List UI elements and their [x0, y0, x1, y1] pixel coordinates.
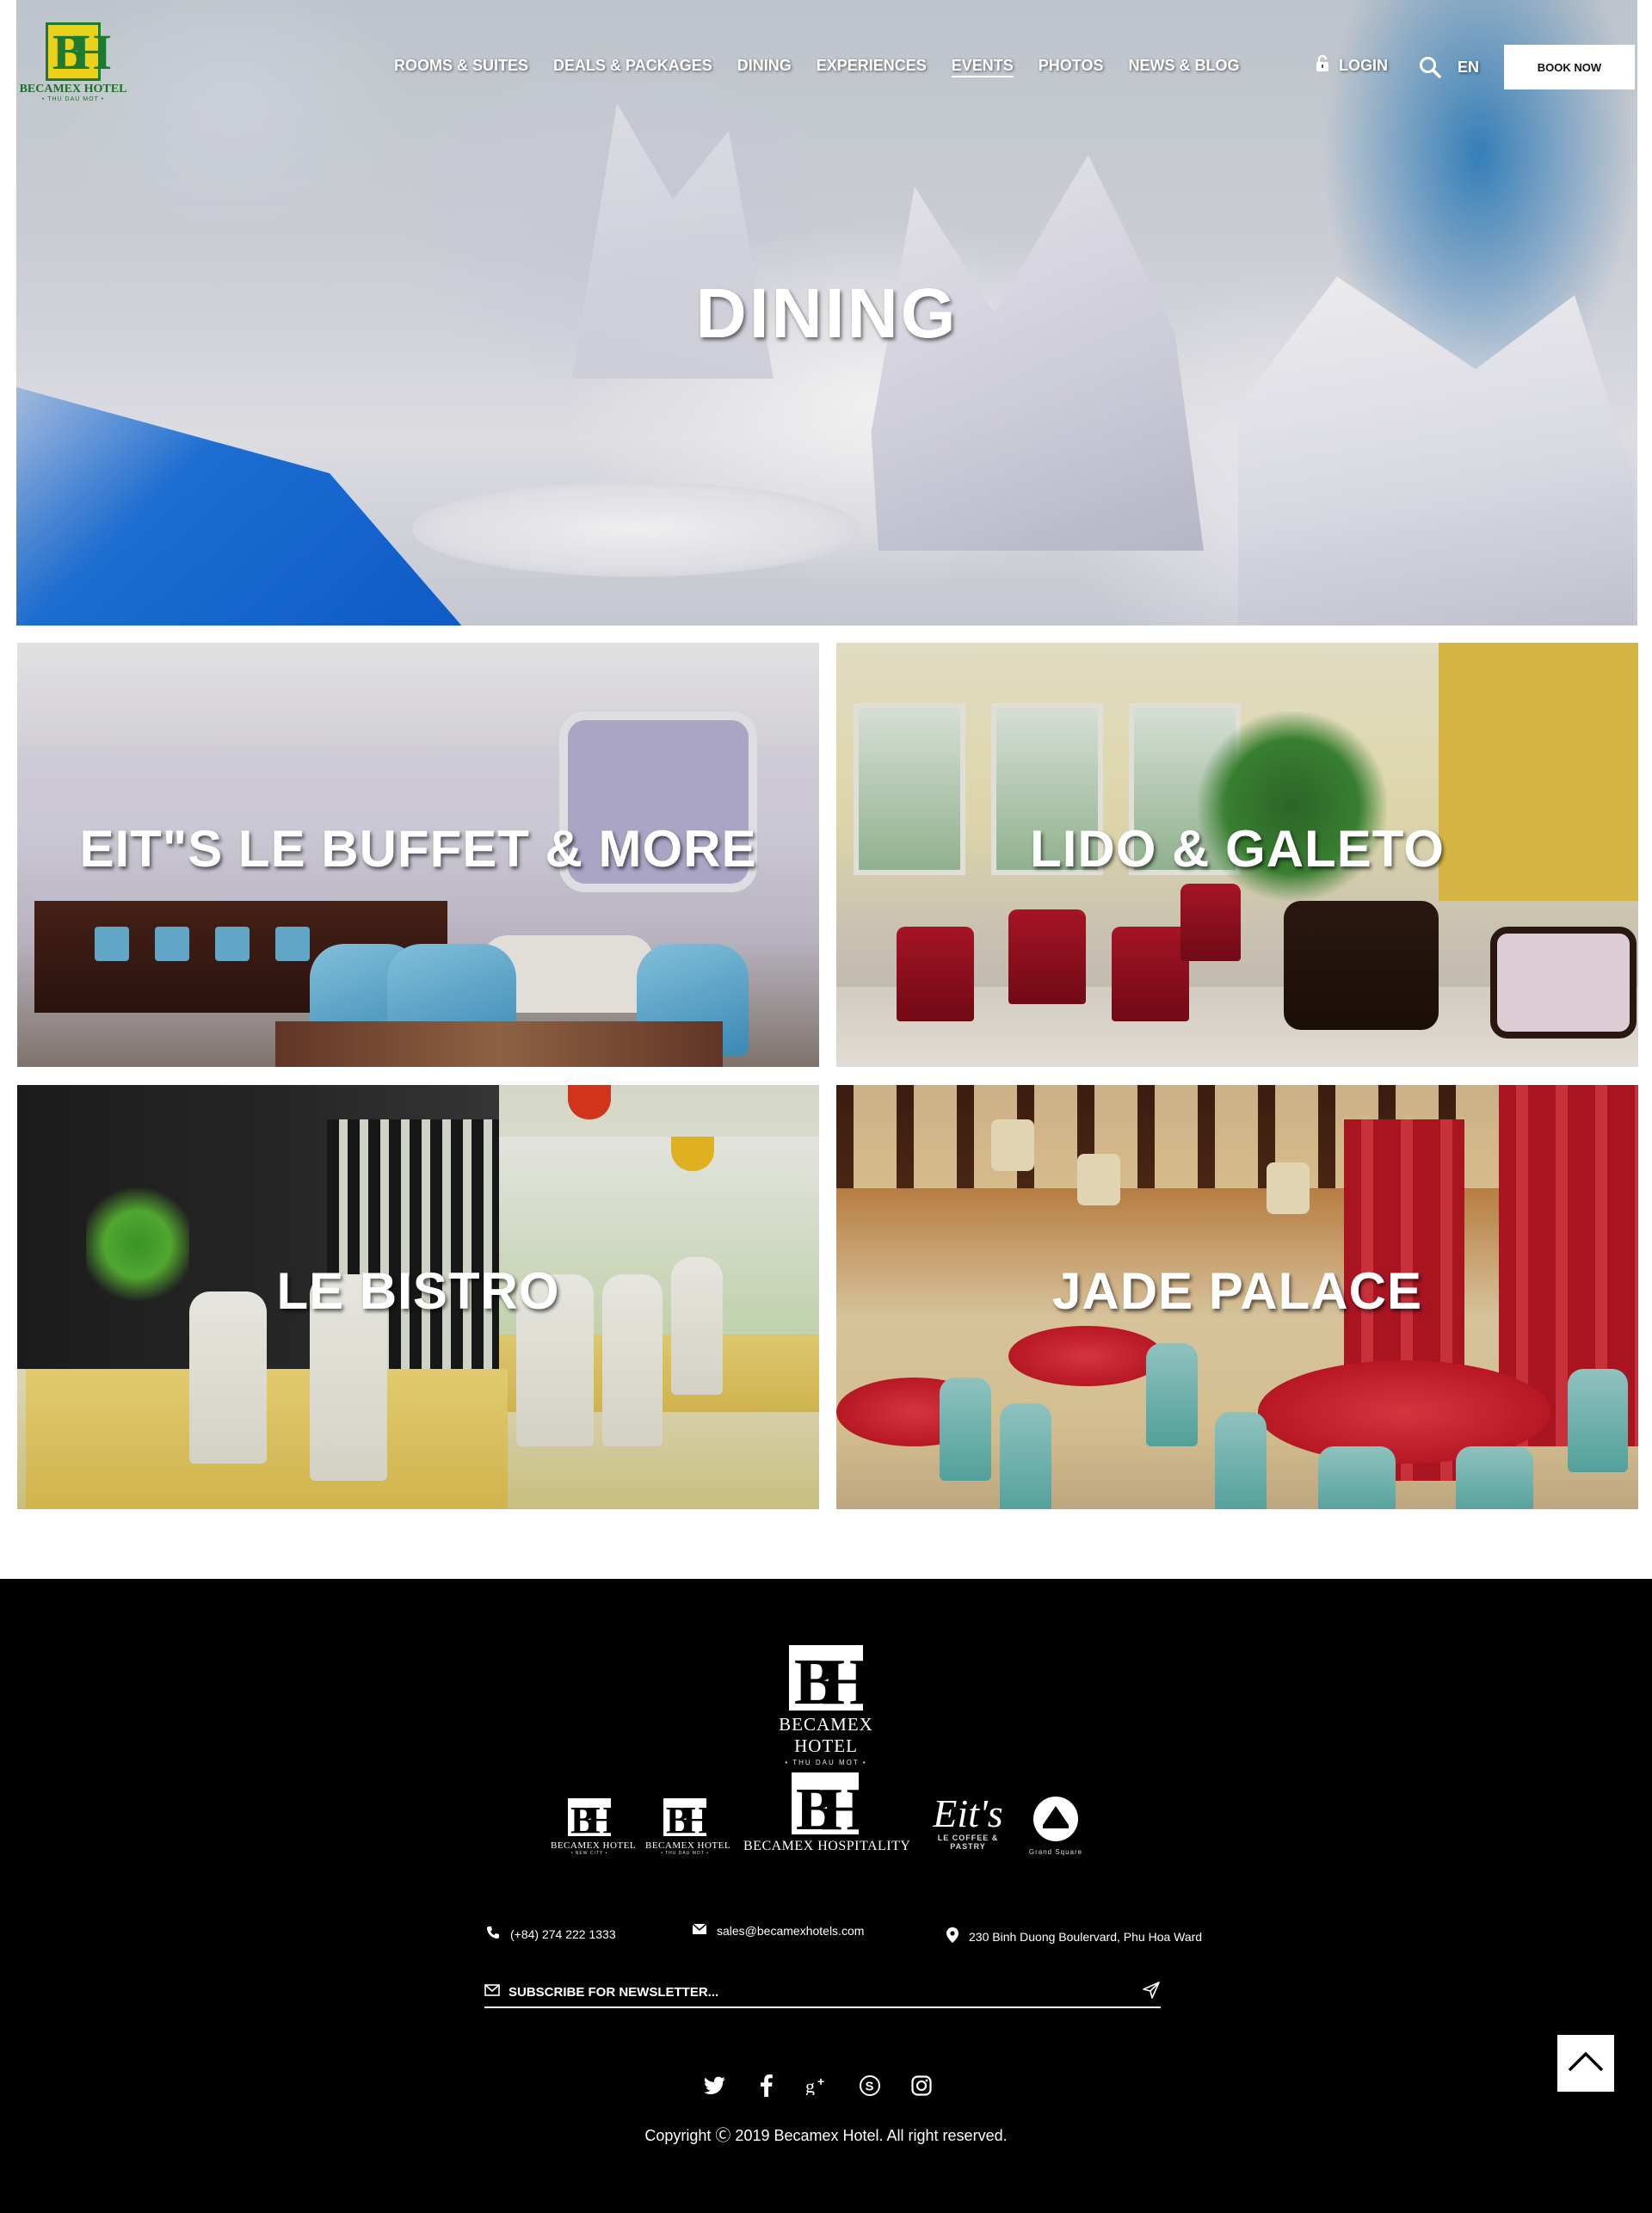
twitter-icon[interactable] — [701, 2072, 729, 2099]
brand-name: Eit's — [933, 1791, 1003, 1835]
footer-logo-subtitle: • THU DAU MOT • — [785, 1759, 867, 1766]
brand-name: BECAMEX HOSPITALITY — [743, 1839, 911, 1853]
address-text: 230 Binh Duong Boulervard, Phu Hoa Ward — [969, 1929, 1203, 1944]
send-icon[interactable] — [1142, 1981, 1161, 2004]
nav-item-deals-packages[interactable]: DEALS & PACKAGES — [553, 57, 712, 77]
envelope-icon — [484, 1983, 500, 2000]
instagram-icon[interactable] — [908, 2072, 935, 2099]
social-links: g + S — [701, 2072, 935, 2099]
restaurant-card-jade-palace[interactable]: JADE PALACE — [836, 1085, 1638, 1509]
nav-item-events[interactable]: EVENTS — [951, 57, 1014, 77]
brand-eits[interactable]: Eit's LE COFFEE & PASTRY — [922, 1791, 1014, 1852]
brand-becamex-hospitality[interactable]: BH BECAMEX HOSPITALITY — [743, 1772, 911, 1854]
restaurant-card-bistro[interactable]: LE BISTRO — [17, 1085, 819, 1509]
brand-name: Grand Square — [1028, 1848, 1083, 1856]
mail-icon — [692, 1923, 707, 1938]
brand-becamex-thu-dau-mot[interactable]: BH BECAMEX HOTEL • THU DAU MOT • — [645, 1798, 731, 1856]
book-now-button[interactable]: BOOK NOW — [1504, 45, 1635, 89]
search-icon[interactable] — [1418, 55, 1442, 79]
svg-text:S: S — [866, 2080, 874, 2094]
back-to-top-button[interactable] — [1557, 2035, 1614, 2092]
copyright-text: Copyright Ⓒ 2019 Becamex Hotel. All righ… — [644, 2127, 1008, 2144]
email-address: sales@becamexhotels.com — [717, 1923, 865, 1938]
brand-name: BECAMEX HOTEL — [551, 1840, 637, 1851]
chevron-up-icon — [1567, 2050, 1605, 2077]
svg-text:+: + — [817, 2076, 824, 2088]
brand-sub: LE COFFEE & PASTRY — [937, 1834, 999, 1851]
page-title: DINING — [695, 274, 959, 353]
contact-phone[interactable]: (+84) 274 222 1333 — [486, 1926, 616, 1942]
logo-mark: BH — [46, 22, 111, 81]
restaurant-name: LE BISTRO — [276, 1262, 560, 1320]
map-pin-icon — [946, 1927, 959, 1945]
restaurant-name: EIT"S LE BUFFET & MORE — [79, 820, 757, 878]
language-selector[interactable]: EN — [1458, 59, 1479, 77]
brand-grand-square[interactable]: Grand Square — [1028, 1794, 1083, 1856]
footer-logo-name: BECAMEX HOTEL — [779, 1714, 873, 1756]
restaurant-card-lido[interactable]: LIDO & GALETO — [836, 643, 1638, 1067]
contact-email[interactable]: sales@becamexhotels.com — [692, 1923, 865, 1938]
phone-number: (+84) 274 222 1333 — [510, 1926, 616, 1941]
svg-text:H: H — [587, 1799, 611, 1836]
contact-address[interactable]: 230 Binh Duong Boulervard, Phu Hoa Ward — [946, 1927, 1202, 1945]
facebook-icon[interactable] — [753, 2072, 780, 2099]
google-plus-icon[interactable]: g + — [804, 2072, 832, 2099]
footer-logo[interactable]: B H BECAMEX HOTEL • THU DAU MOT • — [749, 1643, 903, 1766]
hero-banner: DINING — [16, 0, 1637, 626]
main-nav: ROOMS & SUITES DEALS & PACKAGES DINING E… — [394, 57, 1264, 77]
skype-icon[interactable]: S — [856, 2072, 884, 2099]
restaurant-card-buffet[interactable]: EIT"S LE BUFFET & MORE — [17, 643, 819, 1067]
site-logo[interactable]: BH BECAMEX HOTEL • THU DAU MOT • — [17, 22, 129, 105]
nav-item-news-blog[interactable]: NEWS & BLOG — [1128, 57, 1239, 77]
logo-subtitle: • THU DAU MOT • — [41, 96, 105, 102]
login-link[interactable]: LOGIN — [1315, 54, 1388, 77]
phone-icon — [486, 1926, 500, 1942]
brand-sub: • NEW CITY • — [570, 1851, 608, 1856]
lock-icon — [1315, 54, 1330, 77]
brand-becamex-new-city[interactable]: BH BECAMEX HOTEL • NEW CITY • — [551, 1798, 637, 1856]
nav-item-dining[interactable]: DINING — [737, 57, 792, 77]
svg-text:g: g — [805, 2076, 815, 2095]
nav-item-rooms-suites[interactable]: ROOMS & SUITES — [394, 57, 528, 77]
logo-name: BECAMEX HOTEL — [19, 83, 127, 96]
brand-sub: • THU DAU MOT • — [661, 1851, 709, 1856]
svg-text:H: H — [822, 1646, 865, 1712]
restaurant-name: JADE PALACE — [1052, 1262, 1422, 1320]
restaurant-name: LIDO & GALETO — [1030, 820, 1445, 878]
nav-item-photos[interactable]: PHOTOS — [1039, 57, 1104, 77]
login-label: LOGIN — [1339, 57, 1388, 74]
nav-item-experiences[interactable]: EXPERIENCES — [817, 57, 927, 77]
newsletter-form — [484, 1977, 1161, 2008]
footer-logo-mark: B H — [787, 1643, 872, 1718]
svg-text:H: H — [821, 1777, 859, 1834]
svg-text:H: H — [682, 1799, 706, 1836]
brand-name: BECAMEX HOTEL — [645, 1840, 731, 1851]
newsletter-email-input[interactable] — [509, 1984, 1133, 2000]
